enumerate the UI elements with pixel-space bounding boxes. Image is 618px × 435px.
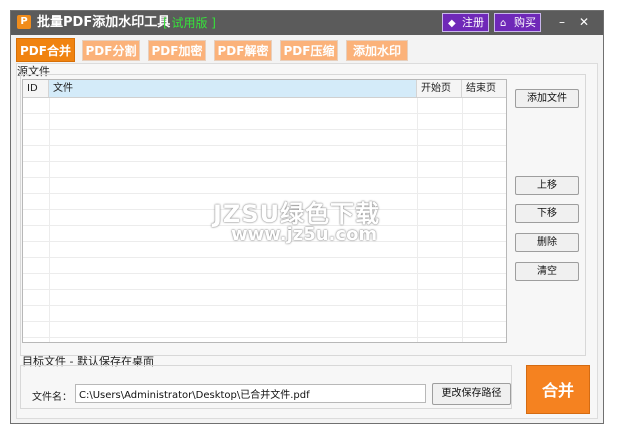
tab-add-watermark[interactable]: 添加水印 [346, 40, 408, 61]
trial-badge: [ 试用版 ] [163, 16, 216, 30]
file-name-label: 文件名： [32, 392, 72, 403]
tab-pdf-compress[interactable]: PDF压缩 [280, 40, 338, 61]
tab-pdf-merge[interactable]: PDF合并 [16, 38, 75, 62]
table-row [23, 322, 506, 338]
register-label: 注册 [462, 16, 484, 29]
tab-pdf-encrypt[interactable]: PDF加密 [148, 40, 206, 61]
move-down-button[interactable]: 下移 [515, 204, 579, 223]
tab-pdf-decrypt[interactable]: PDF解密 [214, 40, 272, 61]
change-save-path-button[interactable]: 更改保存路径 [432, 383, 511, 405]
app-icon: P [17, 15, 31, 29]
tab-bar: PDF合并 PDF分割 PDF加密 PDF解密 PDF压缩 添加水印 [11, 37, 603, 63]
table-row [23, 130, 506, 146]
title-bar: P 批量PDF添加水印工具 [ 试用版 ] ◆ 注册 ⌂ 购买 – ✕ [11, 11, 603, 35]
table-header: ID 文件 开始页 结束页 [23, 80, 506, 98]
table-row [23, 162, 506, 178]
table-row [23, 274, 506, 290]
buy-button[interactable]: ⌂ 购买 [494, 13, 541, 32]
window-title: 批量PDF添加水印工具 [37, 15, 171, 30]
column-header-id[interactable]: ID [23, 80, 49, 97]
column-divider [49, 98, 50, 342]
watermark-line-2: www.jz5u.com [231, 224, 378, 245]
table-row [23, 98, 506, 114]
add-file-button[interactable]: 添加文件 [515, 89, 579, 108]
minimize-button[interactable]: – [554, 14, 570, 30]
column-header-end-page[interactable]: 结束页 [462, 80, 506, 97]
merge-button[interactable]: 合并 [526, 365, 590, 414]
table-row [23, 306, 506, 322]
column-header-start-page[interactable]: 开始页 [417, 80, 462, 97]
register-button[interactable]: ◆ 注册 [442, 13, 489, 32]
tab-pdf-split[interactable]: PDF分割 [82, 40, 140, 61]
clear-button[interactable]: 清空 [515, 262, 579, 281]
close-button[interactable]: ✕ [576, 14, 592, 30]
cart-buy-icon: ⌂ [500, 18, 507, 29]
table-row [23, 146, 506, 162]
buy-label: 购买 [514, 16, 536, 29]
column-header-file[interactable]: 文件 [49, 80, 417, 97]
output-path-input[interactable] [75, 384, 426, 403]
table-row [23, 290, 506, 306]
column-divider [417, 98, 418, 342]
delete-button[interactable]: 删除 [515, 233, 579, 252]
move-up-button[interactable]: 上移 [515, 176, 579, 195]
table-row [23, 114, 506, 130]
diamond-register-icon: ◆ [448, 18, 456, 29]
column-divider [462, 98, 463, 342]
table-row [23, 258, 506, 274]
table-row [23, 178, 506, 194]
